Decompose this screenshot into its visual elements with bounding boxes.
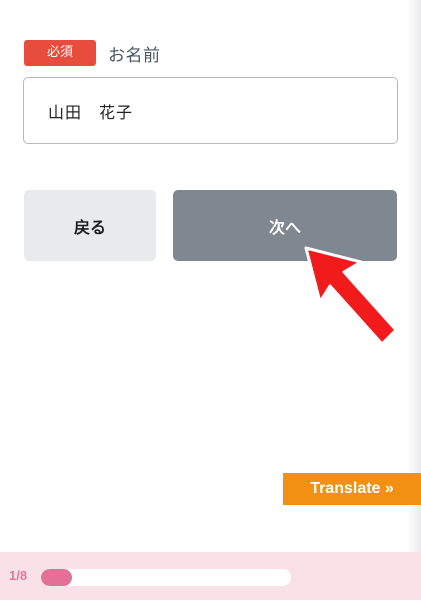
name-field-label: お名前 [108,45,161,66]
back-button[interactable]: 戻る [24,190,156,261]
pointer-arrow-icon [304,246,398,346]
page-edge-shadow [407,0,421,552]
progress-footer: 1/8 [0,552,421,600]
translate-button[interactable]: Translate » [283,473,421,505]
progress-bar [41,569,291,586]
name-input[interactable] [23,77,398,144]
required-badge: 必須 [24,40,96,66]
progress-bar-fill [41,569,73,586]
name-field-header: 必須 お名前 [24,40,161,66]
progress-step-label: 1/8 [9,568,28,583]
